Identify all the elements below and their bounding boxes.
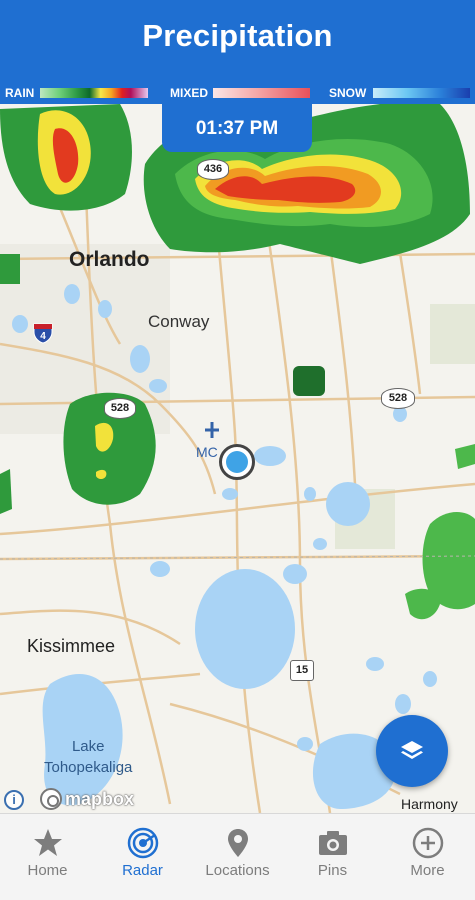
app-header: Precipitation <box>0 0 475 82</box>
interstate-number: 4 <box>40 331 46 342</box>
tab-home-label: Home <box>27 862 68 879</box>
camera-icon <box>318 831 347 855</box>
city-label-harmony: Harmony <box>401 796 458 812</box>
legend-mixed-label: MIXED <box>170 86 209 100</box>
city-label-kissimmee: Kissimmee <box>27 636 116 656</box>
map-pin-icon <box>227 829 248 857</box>
radar-map[interactable]: Orlando Conway Kissimmee Harmony Lake To… <box>0 104 475 813</box>
lake-label: Lake Tohopekaliga <box>44 736 132 778</box>
interstate-shield: 4 <box>32 322 54 344</box>
tab-home[interactable]: Home <box>0 814 95 900</box>
layers-icon <box>401 741 423 759</box>
tab-more[interactable]: More <box>380 814 475 900</box>
route-shield-15: 15 <box>290 660 314 681</box>
city-label-orlando: Orlando <box>69 248 150 271</box>
legend-rain-scale <box>40 88 148 98</box>
tab-more-label: More <box>410 862 445 879</box>
legend-rain-label: RAIN <box>5 86 35 100</box>
mapbox-logo[interactable]: mapbox <box>40 788 134 812</box>
mapbox-logo-text: mapbox <box>65 789 135 809</box>
route-shield-528-west: 528 <box>104 398 136 419</box>
city-label-conway: Conway <box>148 312 210 331</box>
bottom-tab-bar: Home Radar Locations Pins More <box>0 813 475 900</box>
airport-label: MC <box>196 444 218 460</box>
tab-locations-label: Locations <box>205 862 270 879</box>
star-icon <box>33 829 62 856</box>
lake-label-line1: Lake <box>71 738 105 755</box>
page-title: Precipitation <box>142 18 333 53</box>
tab-pins-label: Pins <box>317 862 348 879</box>
tab-pins[interactable]: Pins <box>285 814 380 900</box>
radar-icon <box>127 827 158 859</box>
tab-locations[interactable]: Locations <box>190 814 285 900</box>
lake-label-line2: Tohopekaliga <box>44 759 133 776</box>
legend-snow-scale <box>373 88 470 98</box>
tab-radar-label: Radar <box>122 862 163 879</box>
tab-radar[interactable]: Radar <box>95 814 190 900</box>
map-layers-button[interactable] <box>376 715 448 787</box>
legend-snow-label: SNOW <box>329 86 367 100</box>
radar-timestamp: 01:37 PM <box>162 104 312 152</box>
precipitation-legend: RAIN MIXED SNOW <box>0 82 475 104</box>
route-shield-436: 436 <box>197 159 229 180</box>
plus-circle-icon <box>412 827 443 859</box>
info-icon[interactable]: i <box>4 790 24 810</box>
current-location-marker[interactable] <box>219 444 255 480</box>
legend-mixed-scale <box>213 88 310 98</box>
mapbox-logo-icon <box>40 788 62 810</box>
route-shield-528-east: 528 <box>381 388 415 409</box>
